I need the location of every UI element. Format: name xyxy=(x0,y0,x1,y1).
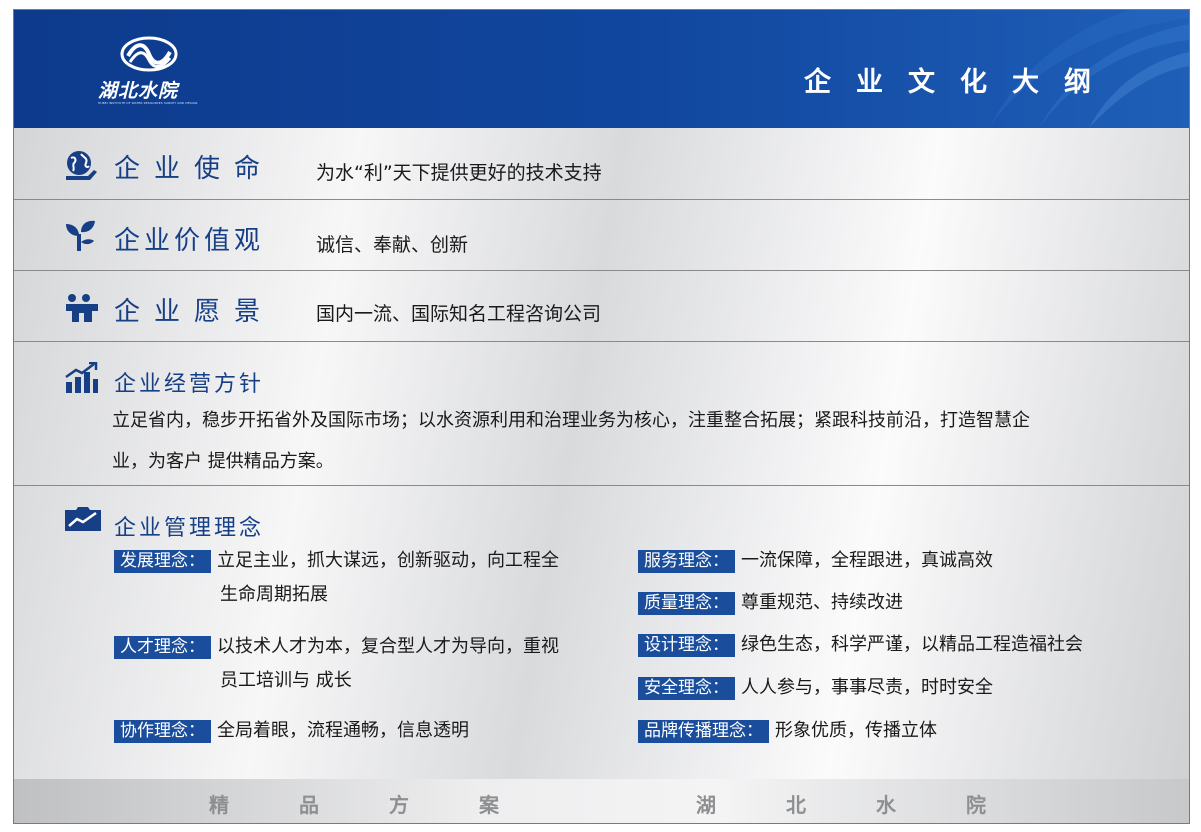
water-wave-logo-icon xyxy=(120,36,178,72)
culture-board: 湖北水院 HUBEI INSTITUTE OF WATER RESOURCES … xyxy=(13,9,1190,824)
management-heading: 企业管理理念 xyxy=(114,516,265,541)
mission-text: 为水“利”天下提供更好的技术支持 xyxy=(316,162,602,184)
concept-tag: 服务理念： xyxy=(638,550,735,573)
policy-line-2: 业，为客户 提供精品方案。 xyxy=(112,451,334,472)
globe-hand-icon xyxy=(66,151,97,180)
logo-text: 湖北水院 xyxy=(98,80,179,102)
page-title: 企业文化大纲 xyxy=(804,67,1116,98)
policy-line-1: 立足省内，稳步开拓省外及国际市场；以水资源利用和治理业务为核心，注重整合拓展；紧… xyxy=(112,410,1030,431)
logo-subtitle: HUBEI INSTITUTE OF WATER RESOURCES SURVE… xyxy=(98,101,198,105)
concept-development: 发展理念： 立足主业，抓大谋远，创新驱动，向工程全 生命周期拓展 xyxy=(114,544,559,605)
concept-tag: 发展理念： xyxy=(114,550,211,573)
vision-heading: 企业愿景 xyxy=(114,297,275,327)
concept-text: 绿色生态，科学严谨，以精品工程造福社会 xyxy=(741,634,1083,655)
concept-text: 尊重规范、持续改进 xyxy=(741,592,903,613)
concept-tag: 设计理念： xyxy=(638,634,735,657)
sprout-icon xyxy=(66,220,95,251)
concept-tag: 协作理念： xyxy=(114,720,211,743)
policy-paragraph: 立足省内，稳步开拓省外及国际市场；以水资源利用和治理业务为核心，注重整合拓展；紧… xyxy=(112,400,1152,482)
footer-char: 品 xyxy=(299,793,319,817)
management-row: 企业管理理念 发展理念： 立足主业，抓大谋远，创新驱动，向工程全 生命周期拓展 人… xyxy=(14,486,1189,778)
concept-safety: 安全理念： 人人参与，事事尽责，时时安全 xyxy=(638,671,993,705)
concept-service: 服务理念： 一流保障，全程跟进，真诚高效 xyxy=(638,544,993,578)
concept-collaboration: 协作理念： 全局着眼，流程通畅，信息透明 xyxy=(114,714,469,748)
footer-char: 水 xyxy=(876,793,896,817)
concept-tag: 质量理念： xyxy=(638,592,735,615)
footer-char: 方 xyxy=(389,793,409,817)
concept-tag: 品牌传播理念： xyxy=(638,720,769,743)
briefcase-trend-icon xyxy=(65,507,101,531)
concept-talent: 人才理念： 以技术人才为本，复合型人才为导向，重视 员工培训与 成长 xyxy=(114,630,559,691)
concept-text: 一流保障，全程跟进，真诚高效 xyxy=(741,550,993,571)
company-logo: 湖北水院 HUBEI INSTITUTE OF WATER RESOURCES … xyxy=(86,36,216,116)
vision-row: 企业愿景 国内一流、国际知名工程咨询公司 xyxy=(14,271,1189,342)
values-text: 诚信、奉献、创新 xyxy=(316,234,469,256)
footer-band: 精 品 方 案 湖 北 水 院 xyxy=(14,779,1189,823)
values-row: 企业价值观 诚信、奉献、创新 xyxy=(14,200,1189,271)
concept-text-cont: 员工培训与 成长 xyxy=(220,670,352,691)
growth-chart-icon xyxy=(65,362,98,393)
concept-text: 形象优质，传播立体 xyxy=(775,720,937,741)
concept-design: 设计理念： 绿色生态，科学严谨，以精品工程造福社会 xyxy=(638,628,1083,662)
footer-char: 北 xyxy=(786,793,806,817)
mission-row: 企业使命 为水“利”天下提供更好的技术支持 xyxy=(14,128,1189,200)
concept-brand: 品牌传播理念： 形象优质，传播立体 xyxy=(638,714,937,748)
footer-char: 精 xyxy=(209,793,229,817)
concept-tag: 安全理念： xyxy=(638,677,735,700)
footer-char: 湖 xyxy=(696,793,716,817)
concept-text: 立足主业，抓大谋远，创新驱动，向工程全 xyxy=(217,550,559,571)
concept-quality: 质量理念： 尊重规范、持续改进 xyxy=(638,586,903,620)
concept-text: 全局着眼，流程通畅，信息透明 xyxy=(217,720,469,741)
footer-char: 案 xyxy=(479,793,499,817)
puzzle-people-icon xyxy=(66,294,98,322)
vision-text: 国内一流、国际知名工程咨询公司 xyxy=(316,303,602,325)
concept-text-cont: 生命周期拓展 xyxy=(220,584,328,605)
concept-text: 人人参与，事事尽责，时时安全 xyxy=(741,677,993,698)
policy-heading: 企业经营方针 xyxy=(114,372,265,397)
header-banner: 湖北水院 HUBEI INSTITUTE OF WATER RESOURCES … xyxy=(14,10,1189,128)
concept-tag: 人才理念： xyxy=(114,636,211,659)
concept-text: 以技术人才为本，复合型人才为导向，重视 xyxy=(217,636,559,657)
mission-heading: 企业使命 xyxy=(114,154,275,184)
policy-row: 企业经营方针 立足省内，稳步开拓省外及国际市场；以水资源利用和治理业务为核心，注… xyxy=(14,342,1189,486)
values-heading: 企业价值观 xyxy=(114,226,265,256)
footer-char: 院 xyxy=(966,793,986,817)
